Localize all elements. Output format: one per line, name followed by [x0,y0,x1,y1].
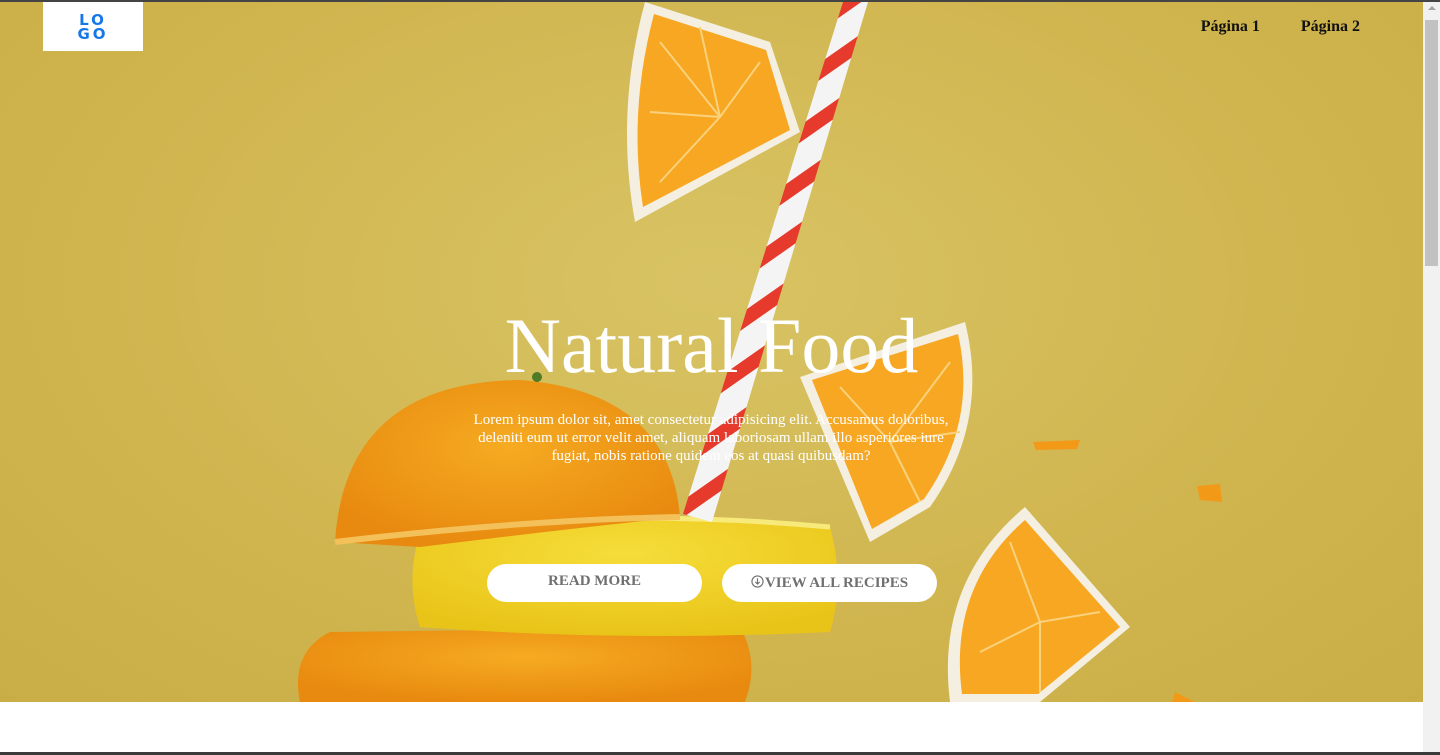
logo[interactable]: LOGO [43,2,143,51]
top-nav: Página 1 Página 2 [1201,18,1360,36]
orange-slice-bottom-right [947,507,1130,702]
logo-text: LOGO [77,10,109,43]
scroll-up-icon[interactable] [1428,6,1436,10]
hero-section: LOGO Página 1 Página 2 Natural Food Lore… [0,2,1423,702]
hero-description: Lorem ipsum dolor sit, amet consectetur … [473,412,949,464]
read-more-label: READ MORE [548,572,641,589]
scrollbar-thumb[interactable] [1425,20,1438,266]
nav-link-pagina-1[interactable]: Página 1 [1201,18,1260,36]
download-circle-icon [751,574,764,588]
view-all-recipes-button[interactable]: VIEW ALL RECIPES [722,564,937,602]
nav-link-pagina-2[interactable]: Página 2 [1301,18,1360,36]
orange-slice-top [627,2,800,222]
vertical-scrollbar[interactable] [1423,2,1440,752]
window-top-border [0,0,1440,2]
read-more-button[interactable]: READ MORE [487,564,702,602]
hero-title: Natural Food [504,302,919,389]
orange-base [298,627,752,702]
view-all-recipes-label: VIEW ALL RECIPES [764,574,909,591]
